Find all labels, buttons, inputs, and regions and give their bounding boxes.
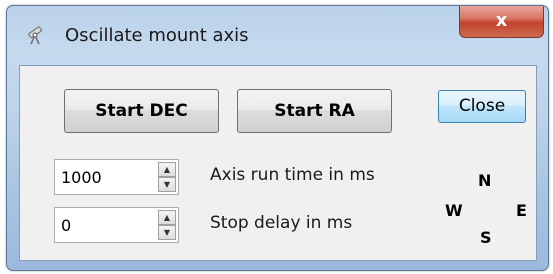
window-title: Oscillate mount axis bbox=[65, 25, 249, 46]
dialog-client-area: Start DEC Start RA Close 1000 ▲ ▼ Axis r… bbox=[19, 65, 537, 261]
close-button[interactable]: Close bbox=[438, 90, 526, 123]
title-bar[interactable]: Oscillate mount axis x bbox=[7, 6, 548, 61]
compass-east: E bbox=[516, 201, 527, 220]
stop-delay-value: 0 bbox=[61, 216, 72, 235]
compass-north: N bbox=[478, 171, 492, 190]
telescope-icon bbox=[26, 24, 48, 46]
compass-west: W bbox=[445, 201, 463, 220]
spin-up-arrow-icon[interactable]: ▲ bbox=[158, 210, 176, 225]
stop-delay-spinner: ▲ ▼ bbox=[158, 210, 176, 240]
axis-run-time-label: Axis run time in ms bbox=[210, 165, 375, 185]
stop-delay-input[interactable]: 0 ▲ ▼ bbox=[54, 207, 179, 243]
spin-up-arrow-icon[interactable]: ▲ bbox=[158, 162, 176, 177]
spin-down-arrow-icon[interactable]: ▼ bbox=[158, 225, 176, 240]
close-icon: x bbox=[495, 10, 508, 31]
stop-delay-label: Stop delay in ms bbox=[210, 213, 353, 233]
axis-run-time-spinner: ▲ ▼ bbox=[158, 162, 176, 192]
window-close-button[interactable]: x bbox=[459, 6, 544, 38]
dialog-window: Oscillate mount axis x Start DEC Start R… bbox=[6, 5, 549, 271]
axis-run-time-value: 1000 bbox=[61, 168, 102, 187]
compass-south: S bbox=[480, 228, 492, 247]
start-dec-button[interactable]: Start DEC bbox=[64, 89, 219, 133]
spin-down-arrow-icon[interactable]: ▼ bbox=[158, 177, 176, 192]
start-ra-button[interactable]: Start RA bbox=[237, 89, 392, 133]
axis-run-time-input[interactable]: 1000 ▲ ▼ bbox=[54, 159, 179, 195]
